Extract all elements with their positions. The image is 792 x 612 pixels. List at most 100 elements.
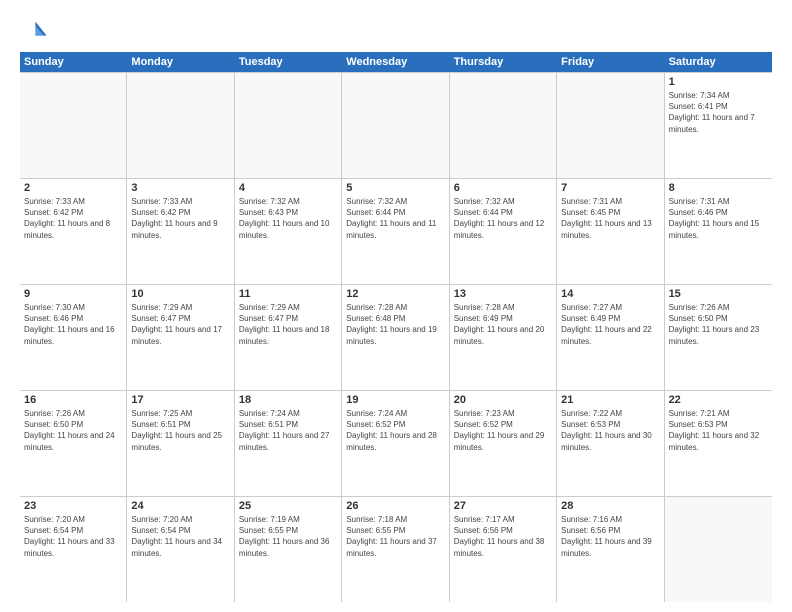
day-info: Sunrise: 7:33 AM Sunset: 6:42 PM Dayligh… bbox=[131, 196, 229, 241]
calendar-cell: 28 Sunrise: 7:16 AM Sunset: 6:56 PM Dayli… bbox=[557, 497, 664, 602]
day-number: 11 bbox=[239, 288, 337, 300]
day-info: Sunrise: 7:34 AM Sunset: 6:41 PM Dayligh… bbox=[669, 90, 768, 135]
calendar-cell: 22 Sunrise: 7:21 AM Sunset: 6:53 PM Dayli… bbox=[665, 391, 772, 496]
calendar-cell bbox=[450, 73, 557, 178]
day-info: Sunrise: 7:25 AM Sunset: 6:51 PM Dayligh… bbox=[131, 408, 229, 453]
calendar-cell: 5Sunrise: 7:32 AM Sunset: 6:44 PM Daylig… bbox=[342, 179, 449, 284]
day-info: Sunrise: 7:19 AM Sunset: 6:55 PM Dayligh… bbox=[239, 514, 337, 559]
calendar-cell: 27 Sunrise: 7:17 AM Sunset: 6:56 PM Dayli… bbox=[450, 497, 557, 602]
calendar-cell: 23 Sunrise: 7:20 AM Sunset: 6:54 PM Dayli… bbox=[20, 497, 127, 602]
day-number: 23 bbox=[24, 500, 122, 512]
calendar-cell: 25 Sunrise: 7:19 AM Sunset: 6:55 PM Dayli… bbox=[235, 497, 342, 602]
day-number: 14 bbox=[561, 288, 659, 300]
day-number: 25 bbox=[239, 500, 337, 512]
day-number: 18 bbox=[239, 394, 337, 406]
day-number: 22 bbox=[669, 394, 768, 406]
day-number: 15 bbox=[669, 288, 768, 300]
day-number: 27 bbox=[454, 500, 552, 512]
day-info: Sunrise: 7:31 AM Sunset: 6:46 PM Dayligh… bbox=[669, 196, 768, 241]
weekday-header-friday: Friday bbox=[557, 52, 664, 72]
day-info: Sunrise: 7:17 AM Sunset: 6:56 PM Dayligh… bbox=[454, 514, 552, 559]
day-number: 7 bbox=[561, 182, 659, 194]
calendar-cell: 26 Sunrise: 7:18 AM Sunset: 6:55 PM Dayli… bbox=[342, 497, 449, 602]
day-info: Sunrise: 7:21 AM Sunset: 6:53 PM Dayligh… bbox=[669, 408, 768, 453]
day-number: 6 bbox=[454, 182, 552, 194]
calendar-cell: 15 Sunrise: 7:26 AM Sunset: 6:50 PM Dayli… bbox=[665, 285, 772, 390]
calendar-cell bbox=[20, 73, 127, 178]
calendar-cell bbox=[665, 497, 772, 602]
calendar-cell: 7 Sunrise: 7:31 AM Sunset: 6:45 PM Daylig… bbox=[557, 179, 664, 284]
day-info: Sunrise: 7:16 AM Sunset: 6:56 PM Dayligh… bbox=[561, 514, 659, 559]
weekday-header-thursday: Thursday bbox=[450, 52, 557, 72]
day-info: Sunrise: 7:26 AM Sunset: 6:50 PM Dayligh… bbox=[24, 408, 122, 453]
calendar-cell: 2Sunrise: 7:33 AM Sunset: 6:42 PM Daylig… bbox=[20, 179, 127, 284]
calendar: SundayMondayTuesdayWednesdayThursdayFrid… bbox=[20, 52, 772, 602]
day-number: 16 bbox=[24, 394, 122, 406]
day-info: Sunrise: 7:26 AM Sunset: 6:50 PM Dayligh… bbox=[669, 302, 768, 347]
day-info: Sunrise: 7:28 AM Sunset: 6:48 PM Dayligh… bbox=[346, 302, 444, 347]
calendar-cell bbox=[557, 73, 664, 178]
day-info: Sunrise: 7:24 AM Sunset: 6:51 PM Dayligh… bbox=[239, 408, 337, 453]
calendar-cell: 10 Sunrise: 7:29 AM Sunset: 6:47 PM Dayli… bbox=[127, 285, 234, 390]
calendar-cell: 19 Sunrise: 7:24 AM Sunset: 6:52 PM Dayli… bbox=[342, 391, 449, 496]
calendar-row-4: 16 Sunrise: 7:26 AM Sunset: 6:50 PM Dayli… bbox=[20, 391, 772, 497]
day-info: Sunrise: 7:29 AM Sunset: 6:47 PM Dayligh… bbox=[131, 302, 229, 347]
calendar-cell: 1 Sunrise: 7:34 AM Sunset: 6:41 PM Daylig… bbox=[665, 73, 772, 178]
calendar-row-2: 2Sunrise: 7:33 AM Sunset: 6:42 PM Daylig… bbox=[20, 179, 772, 285]
weekday-header-wednesday: Wednesday bbox=[342, 52, 449, 72]
calendar-cell: 18 Sunrise: 7:24 AM Sunset: 6:51 PM Dayli… bbox=[235, 391, 342, 496]
calendar-row-3: 9 Sunrise: 7:30 AM Sunset: 6:46 PM Daylig… bbox=[20, 285, 772, 391]
calendar-cell: 6 Sunrise: 7:32 AM Sunset: 6:44 PM Daylig… bbox=[450, 179, 557, 284]
day-info: Sunrise: 7:29 AM Sunset: 6:47 PM Dayligh… bbox=[239, 302, 337, 347]
calendar-cell: 20 Sunrise: 7:23 AM Sunset: 6:52 PM Dayli… bbox=[450, 391, 557, 496]
calendar-cell: 4 Sunrise: 7:32 AM Sunset: 6:43 PM Daylig… bbox=[235, 179, 342, 284]
logo-icon bbox=[20, 16, 48, 44]
day-info: Sunrise: 7:32 AM Sunset: 6:43 PM Dayligh… bbox=[239, 196, 337, 241]
calendar-cell: 24 Sunrise: 7:20 AM Sunset: 6:54 PM Dayli… bbox=[127, 497, 234, 602]
calendar-cell: 9 Sunrise: 7:30 AM Sunset: 6:46 PM Daylig… bbox=[20, 285, 127, 390]
day-number: 20 bbox=[454, 394, 552, 406]
day-info: Sunrise: 7:31 AM Sunset: 6:45 PM Dayligh… bbox=[561, 196, 659, 241]
calendar-cell: 16 Sunrise: 7:26 AM Sunset: 6:50 PM Dayli… bbox=[20, 391, 127, 496]
calendar-cell: 8 Sunrise: 7:31 AM Sunset: 6:46 PM Daylig… bbox=[665, 179, 772, 284]
day-info: Sunrise: 7:20 AM Sunset: 6:54 PM Dayligh… bbox=[24, 514, 122, 559]
calendar-cell bbox=[127, 73, 234, 178]
day-number: 24 bbox=[131, 500, 229, 512]
calendar-cell bbox=[235, 73, 342, 178]
day-number: 9 bbox=[24, 288, 122, 300]
day-number: 12 bbox=[346, 288, 444, 300]
day-info: Sunrise: 7:18 AM Sunset: 6:55 PM Dayligh… bbox=[346, 514, 444, 559]
day-number: 13 bbox=[454, 288, 552, 300]
day-info: Sunrise: 7:20 AM Sunset: 6:54 PM Dayligh… bbox=[131, 514, 229, 559]
day-number: 19 bbox=[346, 394, 444, 406]
day-info: Sunrise: 7:27 AM Sunset: 6:49 PM Dayligh… bbox=[561, 302, 659, 347]
day-info: Sunrise: 7:32 AM Sunset: 6:44 PM Dayligh… bbox=[454, 196, 552, 241]
day-number: 17 bbox=[131, 394, 229, 406]
calendar-cell: 13 Sunrise: 7:28 AM Sunset: 6:49 PM Dayli… bbox=[450, 285, 557, 390]
day-number: 28 bbox=[561, 500, 659, 512]
day-info: Sunrise: 7:22 AM Sunset: 6:53 PM Dayligh… bbox=[561, 408, 659, 453]
calendar-cell: 11 Sunrise: 7:29 AM Sunset: 6:47 PM Dayli… bbox=[235, 285, 342, 390]
weekday-header-saturday: Saturday bbox=[665, 52, 772, 72]
day-info: Sunrise: 7:30 AM Sunset: 6:46 PM Dayligh… bbox=[24, 302, 122, 347]
day-info: Sunrise: 7:24 AM Sunset: 6:52 PM Dayligh… bbox=[346, 408, 444, 453]
day-number: 26 bbox=[346, 500, 444, 512]
calendar-row-1: 1 Sunrise: 7:34 AM Sunset: 6:41 PM Daylig… bbox=[20, 73, 772, 179]
weekday-header-monday: Monday bbox=[127, 52, 234, 72]
calendar-cell: 17 Sunrise: 7:25 AM Sunset: 6:51 PM Dayli… bbox=[127, 391, 234, 496]
weekday-header-tuesday: Tuesday bbox=[235, 52, 342, 72]
calendar-cell: 21 Sunrise: 7:22 AM Sunset: 6:53 PM Dayli… bbox=[557, 391, 664, 496]
day-number: 21 bbox=[561, 394, 659, 406]
day-info: Sunrise: 7:28 AM Sunset: 6:49 PM Dayligh… bbox=[454, 302, 552, 347]
day-number: 10 bbox=[131, 288, 229, 300]
day-info: Sunrise: 7:33 AM Sunset: 6:42 PM Dayligh… bbox=[24, 196, 122, 241]
day-info: Sunrise: 7:23 AM Sunset: 6:52 PM Dayligh… bbox=[454, 408, 552, 453]
calendar-cell: 3Sunrise: 7:33 AM Sunset: 6:42 PM Daylig… bbox=[127, 179, 234, 284]
day-number: 4 bbox=[239, 182, 337, 194]
calendar-cell bbox=[342, 73, 449, 178]
logo bbox=[20, 16, 52, 44]
day-number: 1 bbox=[669, 76, 768, 88]
calendar-cell: 14 Sunrise: 7:27 AM Sunset: 6:49 PM Dayli… bbox=[557, 285, 664, 390]
calendar-cell: 12 Sunrise: 7:28 AM Sunset: 6:48 PM Dayli… bbox=[342, 285, 449, 390]
day-number: 8 bbox=[669, 182, 768, 194]
